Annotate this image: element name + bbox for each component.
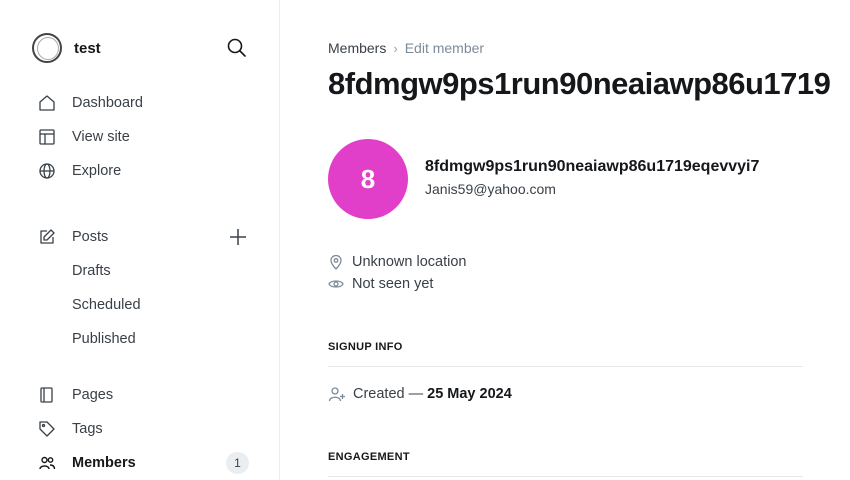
sidebar-item-label: Pages	[72, 387, 114, 403]
site-name: test	[74, 39, 101, 57]
globe-icon	[38, 162, 56, 180]
sidebar-item-scheduled[interactable]: Scheduled	[72, 294, 141, 316]
engagement-heading: ENGAGEMENT	[328, 451, 410, 463]
signup-info-heading: SIGNUP INFO	[328, 341, 403, 353]
divider	[328, 366, 803, 367]
member-email: Janis59@yahoo.com	[425, 181, 556, 197]
users-icon	[38, 454, 56, 472]
sidebar: test Dashboard View site Explore Posts D…	[0, 0, 280, 480]
page-icon	[38, 386, 56, 404]
eye-icon	[328, 276, 344, 292]
sidebar-item-label: Posts	[72, 229, 109, 245]
new-post-button[interactable]	[228, 227, 248, 247]
created-info: Created — 25 May 2024	[328, 385, 512, 403]
breadcrumb-current: Edit member	[404, 40, 485, 56]
created-label: Created —	[353, 386, 424, 402]
sidebar-item-drafts[interactable]: Drafts	[72, 260, 111, 282]
user-add-icon	[328, 385, 346, 403]
site-logo-icon	[32, 33, 62, 63]
location-text: Unknown location	[352, 254, 467, 270]
edit-icon	[38, 228, 56, 246]
sidebar-item-view-site[interactable]: View site	[38, 125, 130, 149]
avatar: 8	[328, 139, 408, 219]
site-brand[interactable]: test	[32, 33, 101, 63]
breadcrumb: Members › Edit member	[328, 40, 484, 56]
breadcrumb-members-link[interactable]: Members	[328, 40, 386, 56]
search-button[interactable]	[226, 37, 248, 59]
sidebar-item-explore[interactable]: Explore	[38, 159, 121, 183]
sidebar-item-label: Explore	[72, 163, 122, 179]
tag-icon	[38, 420, 56, 438]
layout-icon	[38, 128, 56, 146]
created-date: 25 May 2024	[427, 386, 512, 402]
member-location: Unknown location	[328, 254, 466, 270]
sidebar-item-members[interactable]: Members	[38, 451, 136, 475]
last-seen-text: Not seen yet	[352, 276, 434, 292]
sidebar-item-pages[interactable]: Pages	[38, 383, 113, 407]
location-pin-icon	[328, 254, 344, 270]
sidebar-item-published[interactable]: Published	[72, 328, 136, 350]
search-icon	[227, 38, 246, 57]
sidebar-item-label: Members	[72, 455, 136, 471]
plus-icon	[230, 229, 246, 245]
members-count-badge: 1	[226, 452, 249, 474]
sidebar-item-label: Dashboard	[72, 95, 143, 111]
divider	[328, 476, 803, 477]
sidebar-item-tags[interactable]: Tags	[38, 417, 103, 441]
member-last-seen: Not seen yet	[328, 276, 433, 292]
home-icon	[38, 94, 56, 112]
avatar-initial: 8	[360, 163, 376, 194]
member-name: 8fdmgw9ps1run90neaiawp86u1719eqevvyi7	[425, 158, 760, 175]
sidebar-item-dashboard[interactable]: Dashboard	[38, 91, 143, 115]
sidebar-item-posts[interactable]: Posts	[38, 225, 108, 249]
chevron-right-icon: ›	[393, 40, 398, 56]
sidebar-item-label: Tags	[72, 421, 103, 437]
sidebar-item-label: View site	[72, 129, 130, 145]
page-title: 8fdmgw9ps1run90neaiawp86u1719	[328, 66, 831, 101]
main-content: Members › Edit member 8fdmgw9ps1run90nea…	[280, 0, 850, 480]
